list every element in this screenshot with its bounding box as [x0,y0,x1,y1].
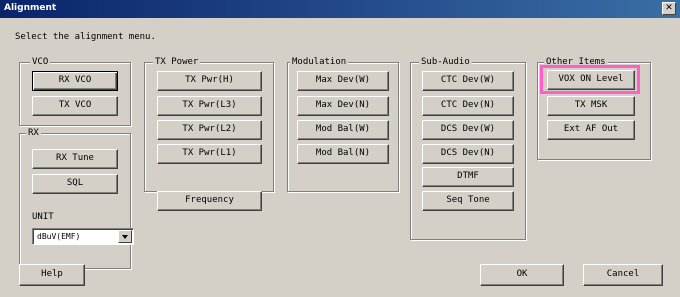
max-dev-n-button[interactable]: Max Dev(N) [297,96,389,116]
dcs-dev-w-button[interactable]: DCS Dev(W) [422,120,514,140]
tx-msk-button[interactable]: TX MSK [547,96,635,116]
rx-group-legend: RX [26,128,41,138]
title-bar: Alignment ✕ [0,0,680,18]
ext-af-out-button[interactable]: Ext AF Out [547,120,635,140]
sql-button[interactable]: SQL [32,174,118,194]
frequency-button[interactable]: Frequency [157,191,262,211]
sub-audio-group-legend: Sub-Audio [419,57,472,67]
dcs-dev-n-button[interactable]: DCS Dev(N) [422,144,514,164]
ctc-dev-n-button[interactable]: CTC Dev(N) [422,96,514,116]
close-button[interactable]: ✕ [662,2,676,15]
dtmf-button[interactable]: DTMF [422,167,514,187]
window-title: Alignment [4,3,57,13]
rx-tune-button[interactable]: RX Tune [32,149,118,169]
seq-tone-button[interactable]: Seq Tone [422,191,514,211]
vco-group-legend: VCO [30,57,51,67]
mod-bal-w-button[interactable]: Mod Bal(W) [297,120,389,140]
instruction-text: Select the alignment menu. [15,32,156,42]
cancel-button[interactable]: Cancel [583,264,663,286]
tx-pwr-l1-button[interactable]: TX Pwr(L1) [157,144,262,164]
unit-select[interactable]: dBuV(EMF) [32,228,134,245]
vox-on-level-button[interactable]: VOX ON Level [547,70,635,90]
rx-vco-button[interactable]: RX VCO [32,71,118,91]
tx-pwr-l3-button[interactable]: TX Pwr(L3) [157,96,262,116]
unit-label: UNIT [32,212,54,222]
max-dev-w-button[interactable]: Max Dev(W) [297,71,389,91]
help-button[interactable]: Help [19,264,85,286]
tx-vco-button[interactable]: TX VCO [32,96,118,116]
tx-pwr-h-button[interactable]: TX Pwr(H) [157,71,262,91]
dialog-body: Select the alignment menu. VCO RX VCO TX… [3,20,677,294]
ok-button[interactable]: OK [480,264,564,286]
chevron-down-icon[interactable] [118,230,132,243]
mod-bal-n-button[interactable]: Mod Bal(N) [297,144,389,164]
ctc-dev-w-button[interactable]: CTC Dev(W) [422,71,514,91]
tx-power-group-legend: TX Power [153,57,201,67]
tx-pwr-l2-button[interactable]: TX Pwr(L2) [157,120,262,140]
unit-select-value: dBuV(EMF) [37,232,81,241]
modulation-group-legend: Modulation [290,57,349,67]
